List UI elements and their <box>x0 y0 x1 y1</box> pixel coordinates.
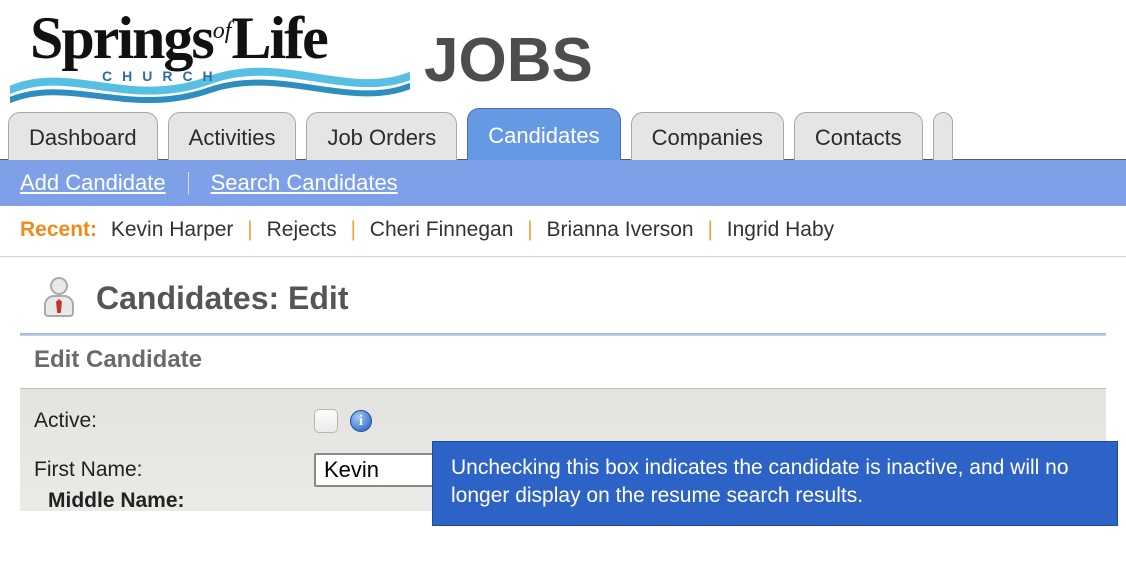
recent-separator: | <box>247 218 252 241</box>
recent-separator: | <box>707 218 712 241</box>
tab-contacts[interactable]: Contacts <box>794 112 923 160</box>
recent-bar: Recent: Kevin Harper | Rejects | Cheri F… <box>0 206 1126 257</box>
form-row-active: Active: i <box>34 399 1092 443</box>
tab-dashboard[interactable]: Dashboard <box>8 112 158 160</box>
recent-label: Recent: <box>20 218 97 241</box>
tab-companies[interactable]: Companies <box>631 112 784 160</box>
page-title: Candidates: Edit <box>96 280 348 317</box>
edit-candidate-form: Active: i First Name: Unchecking this bo… <box>20 388 1106 511</box>
brand-word-1: Springs <box>30 5 213 71</box>
subnav-separator <box>188 172 189 194</box>
tab-job-orders[interactable]: Job Orders <box>306 112 457 160</box>
recent-item[interactable]: Ingrid Haby <box>727 218 834 241</box>
main-tabs: Dashboard Activities Job Orders Candidat… <box>0 108 1126 160</box>
header-logo: SpringsofLife CHURCH JOBS <box>0 0 1126 108</box>
recent-separator: | <box>527 218 532 241</box>
tab-activities[interactable]: Activities <box>168 112 297 160</box>
brand-subword: CHURCH <box>102 68 223 84</box>
brand-word-of: of <box>213 18 232 44</box>
brand-logo: SpringsofLife CHURCH <box>30 8 400 98</box>
info-icon[interactable]: i <box>350 410 372 432</box>
brand-jobs: JOBS <box>424 30 593 92</box>
person-icon <box>40 277 78 319</box>
subnav: Add Candidate Search Candidates <box>0 160 1126 206</box>
recent-item[interactable]: Rejects <box>267 218 337 241</box>
brand-word-2: Life <box>231 5 326 71</box>
active-tooltip: Unchecking this box indicates the candid… <box>432 441 1118 526</box>
subnav-add-candidate[interactable]: Add Candidate <box>20 170 166 196</box>
page-title-row: Candidates: Edit <box>0 257 1126 327</box>
first-name-label: First Name: <box>34 458 314 482</box>
tab-candidates[interactable]: Candidates <box>467 108 620 160</box>
tab-overflow[interactable] <box>933 112 953 160</box>
recent-item[interactable]: Brianna Iverson <box>547 218 694 241</box>
recent-separator: | <box>350 218 355 241</box>
recent-item[interactable]: Kevin Harper <box>111 218 234 241</box>
middle-name-label: Middle Name: <box>48 489 185 512</box>
subnav-search-candidates[interactable]: Search Candidates <box>211 170 398 196</box>
section-header: Edit Candidate <box>0 336 1126 388</box>
active-label: Active: <box>34 409 314 433</box>
recent-item[interactable]: Cheri Finnegan <box>370 218 514 241</box>
active-checkbox[interactable] <box>314 409 338 433</box>
